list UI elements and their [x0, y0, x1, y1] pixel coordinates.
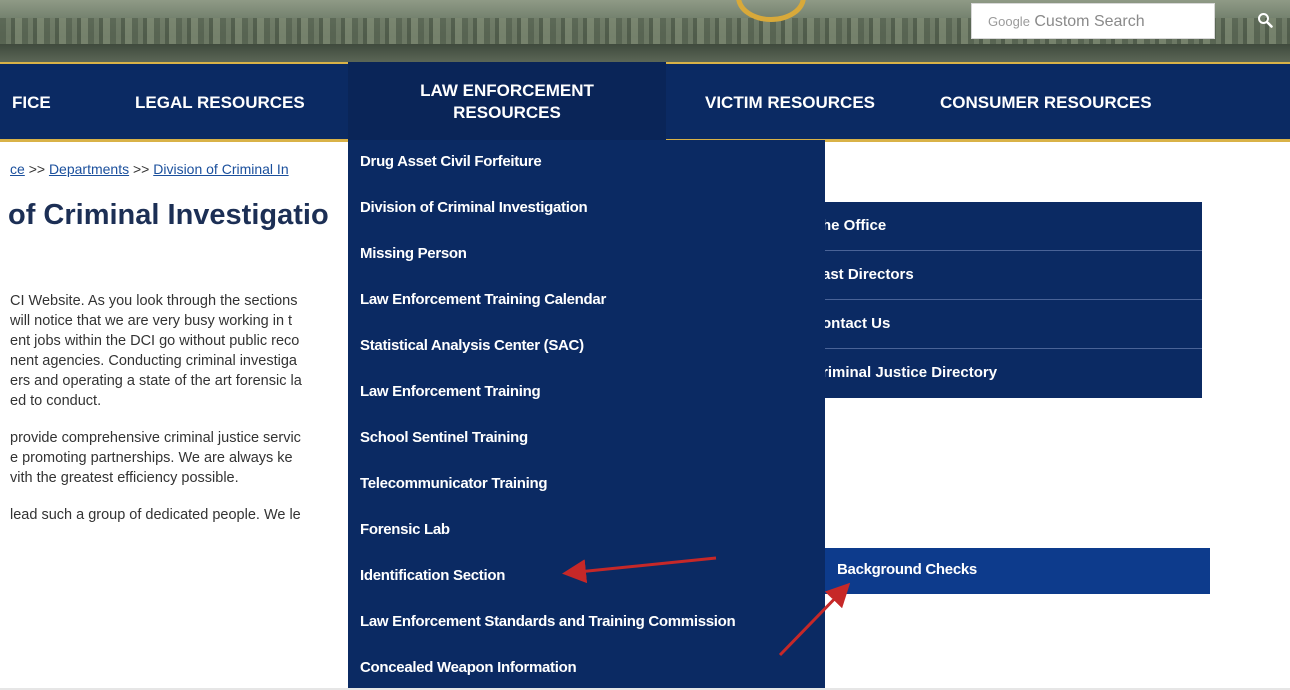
search-brand: Google	[988, 14, 1030, 29]
side-menu-item-contact-us[interactable]: ontact Us	[808, 300, 1202, 349]
dropdown-item-forensic-lab[interactable]: Forensic Lab	[348, 508, 825, 554]
dropdown-item-division-of-criminal-investigation[interactable]: Division of Criminal Investigation	[348, 186, 825, 232]
breadcrumb-separator: >>	[132, 161, 150, 177]
breadcrumb-link-office[interactable]: ce	[10, 161, 25, 177]
body-text-line: provide comprehensive criminal justice s…	[10, 430, 301, 446]
nav-item-law-enforcement-resources[interactable]: LAW ENFORCEMENT RESOURCES	[348, 80, 666, 124]
breadcrumb: ce >> Departments >> Division of Crimina…	[10, 161, 289, 177]
side-menu: he Office ast Directors ontact Us rimina…	[808, 202, 1202, 398]
body-text-line: nent agencies. Conducting criminal inves…	[10, 353, 297, 369]
body-text-line: ent jobs within the DCI go without publi…	[10, 333, 300, 349]
body-text-line: ed to conduct.	[10, 393, 102, 409]
law-enforcement-dropdown-menu: Drug Asset Civil Forfeiture Division of …	[348, 140, 825, 690]
search-icon	[1257, 11, 1273, 28]
dropdown-item-statistical-analysis-center[interactable]: Statistical Analysis Center (SAC)	[348, 324, 825, 370]
nav-item-legal-resources[interactable]: LEGAL RESOURCES	[135, 92, 305, 114]
search-button[interactable]	[1245, 6, 1285, 36]
side-menu-item-the-office[interactable]: he Office	[808, 202, 1202, 251]
page-title: of Criminal Investigatio	[8, 199, 329, 231]
nav-item-consumer-resources[interactable]: CONSUMER RESOURCES	[940, 92, 1152, 114]
breadcrumb-link-departments[interactable]: Departments	[49, 161, 129, 177]
nav-item-victim-resources[interactable]: VICTIM RESOURCES	[705, 92, 875, 114]
search-input[interactable]: Google Custom Search	[971, 3, 1215, 39]
breadcrumb-separator: >>	[28, 161, 46, 177]
search-placeholder: Custom Search	[1034, 13, 1145, 30]
body-text-line: will notice that we are very busy workin…	[10, 313, 293, 329]
dropdown-item-law-enforcement-training[interactable]: Law Enforcement Training	[348, 370, 825, 416]
body-text-line: e promoting partnerships. We are always …	[10, 450, 293, 466]
dropdown-item-standards-training-commission[interactable]: Law Enforcement Standards and Training C…	[348, 600, 825, 646]
dropdown-item-concealed-weapon-information[interactable]: Concealed Weapon Information	[348, 646, 825, 690]
dropdown-item-identification-section[interactable]: Identification Section	[348, 554, 825, 600]
submenu-item-background-checks[interactable]: Background Checks	[825, 548, 1210, 594]
body-text-line: lead such a group of dedicated people. W…	[10, 507, 301, 523]
body-text-line: CI Website. As you look through the sect…	[10, 293, 298, 309]
dropdown-item-telecommunicator-training[interactable]: Telecommunicator Training	[348, 462, 825, 508]
dropdown-item-drug-asset-civil-forfeiture[interactable]: Drug Asset Civil Forfeiture	[348, 140, 825, 186]
dropdown-item-training-calendar[interactable]: Law Enforcement Training Calendar	[348, 278, 825, 324]
side-menu-item-criminal-justice-directory[interactable]: riminal Justice Directory	[808, 349, 1202, 398]
banner-water	[0, 44, 1290, 62]
dropdown-item-school-sentinel-training[interactable]: School Sentinel Training	[348, 416, 825, 462]
breadcrumb-link-dci[interactable]: Division of Criminal In	[153, 161, 288, 177]
side-menu-item-past-directors[interactable]: ast Directors	[808, 251, 1202, 300]
nav-item-office[interactable]: FICE	[12, 92, 51, 114]
body-text-line: ers and operating a state of the art for…	[10, 373, 302, 389]
nav-item-label-line1: LAW ENFORCEMENT	[420, 81, 594, 100]
nav-item-label-line2: RESOURCES	[453, 103, 561, 122]
dropdown-item-missing-person[interactable]: Missing Person	[348, 232, 825, 278]
body-text-line: vith the greatest efficiency possible.	[10, 470, 239, 486]
